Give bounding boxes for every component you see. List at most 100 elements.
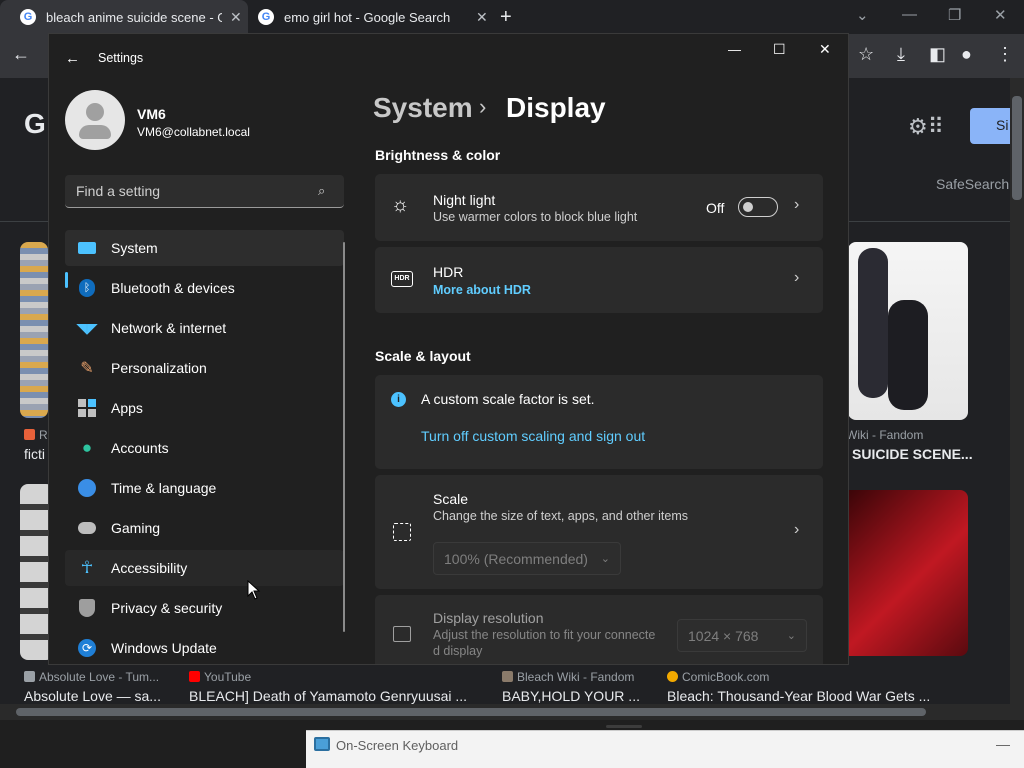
nav-label: Personalization bbox=[111, 360, 207, 376]
hdr-title: HDR bbox=[433, 264, 464, 280]
tab-title: emo girl hot - Google Search bbox=[284, 9, 451, 25]
section-header: Brightness & color bbox=[375, 147, 501, 163]
nav-label: Accessibility bbox=[111, 560, 188, 576]
result-source: Wiki - Fandom bbox=[846, 428, 924, 442]
osk-minimize-button[interactable]: — bbox=[996, 736, 1010, 752]
favicon-icon bbox=[502, 671, 513, 682]
nav-item-gaming[interactable]: Gaming bbox=[65, 510, 344, 546]
night-light-desc: Use warmer colors to block blue light bbox=[433, 210, 638, 224]
sign-in-button[interactable]: Si bbox=[970, 108, 1010, 144]
custom-scale-message: A custom scale factor is set. bbox=[421, 391, 595, 407]
hdr-card[interactable]: HDR HDR More about HDR › bbox=[375, 247, 823, 313]
tab-close-icon[interactable]: ✕ bbox=[230, 9, 242, 26]
tab-close-icon[interactable]: ✕ bbox=[476, 9, 488, 26]
chevron-right-icon: › bbox=[794, 196, 800, 213]
result-source: R bbox=[24, 428, 48, 442]
google-favicon-icon: G bbox=[20, 9, 36, 25]
settings-window: ← Settings — ☐ ✕ VM6 VM6@collabnet.local… bbox=[48, 33, 849, 665]
browser-close-button[interactable]: ✕ bbox=[994, 6, 1007, 24]
nav-item-apps[interactable]: Apps bbox=[65, 390, 344, 426]
drag-handle[interactable] bbox=[606, 725, 642, 728]
tab-title: bleach anime suicide scene - Google Sear… bbox=[46, 9, 222, 25]
resolution-title: Display resolution bbox=[433, 610, 544, 626]
nav-item-time-language[interactable]: Time & language bbox=[65, 470, 344, 506]
scale-dropdown[interactable]: 100% (Recommended) ⌄ bbox=[433, 542, 621, 575]
browser-tab[interactable]: G emo girl hot - Google Search ✕ bbox=[258, 0, 498, 34]
resolution-desc: Adjust the resolution to fit your connec… bbox=[433, 628, 656, 642]
nav-item-accessibility[interactable]: ☥ Accessibility bbox=[65, 550, 344, 586]
turn-off-custom-scaling-link[interactable]: Turn off custom scaling and sign out bbox=[421, 428, 645, 444]
window-title: Settings bbox=[98, 51, 144, 65]
thumbnail-figure bbox=[858, 248, 888, 398]
avatar-head-icon bbox=[86, 103, 104, 121]
back-arrow-icon[interactable]: ← bbox=[12, 44, 30, 65]
result-thumbnail[interactable] bbox=[20, 242, 48, 418]
shield-icon bbox=[77, 598, 97, 618]
youtube-icon bbox=[189, 671, 200, 682]
settings-search-input[interactable]: Find a setting ⌕ bbox=[65, 175, 344, 208]
gamepad-icon bbox=[77, 518, 97, 538]
osk-title: On-Screen Keyboard bbox=[336, 738, 459, 753]
resolution-dropdown[interactable]: 1024 × 768 ⌄ bbox=[677, 619, 807, 652]
night-light-title: Night light bbox=[433, 192, 496, 208]
toggle-knob bbox=[743, 202, 753, 212]
download-icon[interactable]: ⤓ bbox=[897, 44, 905, 65]
keyboard-icon bbox=[314, 737, 330, 751]
night-light-card[interactable]: ☼ Night light Use warmer colors to block… bbox=[375, 174, 823, 241]
result-title[interactable]: BABY,HOLD YOUR ... bbox=[502, 688, 640, 704]
nav-item-privacy[interactable]: Privacy & security bbox=[65, 590, 344, 626]
display-resolution-card[interactable]: Display resolution Adjust the resolution… bbox=[375, 595, 823, 664]
nav-item-windows-update[interactable]: ⟳ Windows Update bbox=[65, 630, 344, 664]
brightness-sun-icon: ☼ bbox=[391, 194, 410, 216]
safesearch-button[interactable]: SafeSearch bbox=[936, 176, 1009, 192]
settings-back-button[interactable]: ← bbox=[65, 50, 80, 67]
toggle-state-label: Off bbox=[706, 200, 725, 216]
nav-scrollbar[interactable] bbox=[343, 242, 345, 632]
chevron-right-icon: › bbox=[794, 269, 800, 286]
scale-card[interactable]: Scale Change the size of text, apps, and… bbox=[375, 475, 823, 589]
mouse-cursor-icon bbox=[247, 580, 261, 600]
result-title[interactable]: BLEACH] Death of Yamamoto Genryuusai ... bbox=[189, 688, 467, 704]
close-button[interactable]: ✕ bbox=[819, 41, 831, 58]
breadcrumb-parent[interactable]: System bbox=[373, 92, 473, 124]
maximize-button[interactable]: ☐ bbox=[773, 41, 786, 58]
result-title[interactable]: Bleach: Thousand-Year Blood War Gets ... bbox=[667, 688, 930, 704]
chrome-menu-icon[interactable]: ⋮ bbox=[996, 44, 1014, 65]
result-thumbnail[interactable] bbox=[848, 490, 968, 656]
accessibility-icon: ☥ bbox=[80, 558, 94, 577]
night-light-toggle[interactable] bbox=[738, 197, 778, 217]
result-title[interactable]: ficti bbox=[24, 446, 45, 462]
nav-item-bluetooth[interactable]: ᛒ Bluetooth & devices bbox=[65, 270, 344, 306]
globe-clock-icon bbox=[77, 478, 97, 498]
browser-minimize-button[interactable]: — bbox=[902, 6, 917, 23]
hdr-icon: HDR bbox=[391, 271, 413, 287]
horizontal-scrollbar-thumb[interactable] bbox=[16, 708, 926, 716]
nav-item-network[interactable]: ◥◤ Network & internet bbox=[65, 310, 344, 346]
nav-item-personalization[interactable]: ✎ Personalization bbox=[65, 350, 344, 386]
more-about-hdr-link[interactable]: More about HDR bbox=[433, 283, 531, 297]
bookmark-star-icon[interactable]: ☆ bbox=[858, 44, 874, 65]
new-tab-button[interactable]: + bbox=[500, 6, 512, 29]
profile-icon[interactable]: ● bbox=[961, 44, 972, 65]
nav-item-system[interactable]: System bbox=[65, 230, 344, 266]
browser-tab-active[interactable]: G bleach anime suicide scene - Google Se… bbox=[0, 0, 248, 34]
result-title[interactable]: Absolute Love — sa... bbox=[24, 688, 161, 704]
favicon-icon bbox=[24, 671, 35, 682]
nav-item-accounts[interactable]: ● Accounts bbox=[65, 430, 344, 466]
avatar-body-icon bbox=[79, 125, 111, 139]
result-source: ComicBook.com bbox=[667, 670, 769, 684]
user-name: VM6 bbox=[137, 106, 166, 122]
avatar[interactable] bbox=[65, 90, 125, 150]
scale-icon bbox=[393, 523, 411, 541]
minimize-button[interactable]: — bbox=[728, 42, 741, 57]
account-icon: ● bbox=[81, 438, 93, 457]
google-logo[interactable]: G bbox=[24, 108, 46, 140]
tab-search-icon[interactable]: ⌄ bbox=[856, 6, 869, 24]
vertical-scrollbar-thumb[interactable] bbox=[1012, 96, 1022, 200]
settings-gear-icon[interactable]: ⚙⠿ bbox=[908, 114, 944, 140]
result-title[interactable]: SUICIDE SCENE... bbox=[852, 446, 973, 462]
breadcrumb-separator: › bbox=[479, 94, 487, 119]
resolution-value: 1024 × 768 bbox=[688, 627, 759, 644]
side-panel-icon[interactable]: ◧ bbox=[929, 44, 946, 65]
browser-restore-button[interactable]: ❐ bbox=[948, 6, 961, 24]
